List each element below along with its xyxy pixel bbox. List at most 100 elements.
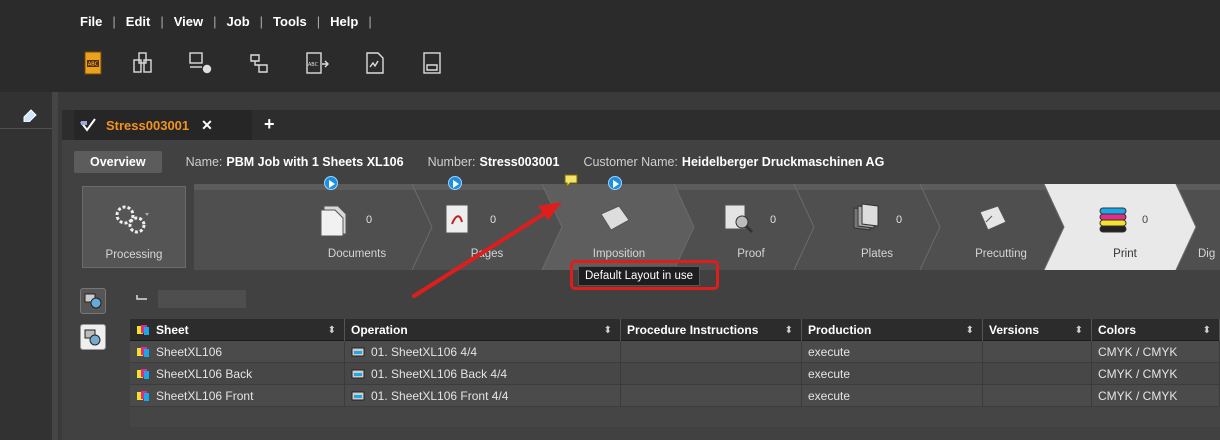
tab-close-button[interactable]: ✕ (201, 117, 213, 134)
highlight-box (570, 260, 719, 290)
sort-icon[interactable]: ⬍ (1203, 325, 1211, 336)
versions-cell (983, 341, 1092, 363)
table-row[interactable]: SheetXL106 Front 01. SheetXL106 Front 4/… (130, 385, 1220, 407)
merge-icon[interactable] (244, 50, 274, 76)
view-icons (80, 288, 106, 360)
menu-separator: | (112, 14, 116, 29)
svg-text:ABC: ABC (88, 62, 99, 68)
overview-tab[interactable]: Overview (74, 151, 162, 173)
step-print[interactable]: 0 Print (1066, 184, 1184, 270)
customer-value: Heidelberger Druckmaschinen AG (681, 155, 885, 169)
colors-cell: CMYK / CMYK (1092, 385, 1220, 407)
split-document-icon[interactable] (128, 50, 158, 76)
versions-cell (983, 363, 1092, 385)
menu-separator: | (259, 14, 264, 29)
colors-cell: CMYK / CMYK (1092, 363, 1220, 385)
step-plates[interactable]: 0 Plates (818, 184, 936, 270)
eraser-icon[interactable] (22, 108, 44, 128)
operation-cell: 01. SheetXL106 Back 4/4 (345, 363, 621, 385)
plates-count: 0 (896, 214, 903, 226)
col-versions[interactable]: Versions ⬍ (983, 319, 1092, 341)
play-icon[interactable] (448, 176, 462, 190)
print-count: 0 (1142, 214, 1149, 226)
rail-scrollbar[interactable] (52, 92, 58, 440)
operation-cell: 01. SheetXL106 Front 4/4 (345, 385, 621, 407)
left-rail (0, 92, 58, 440)
col-colors[interactable]: Colors ⬍ (1092, 319, 1220, 341)
add-tab-button[interactable]: + (264, 114, 275, 135)
col-procedure[interactable]: Procedure Instructions ⬍ (621, 319, 802, 341)
comment-icon[interactable] (564, 174, 578, 188)
col-colors-label: Colors (1098, 323, 1137, 337)
table-header: Sheet ⬍ Operation ⬍ Procedure Instructions… (130, 319, 1220, 341)
procedure-cell (621, 385, 802, 407)
sort-icon[interactable]: ⬍ (1075, 325, 1083, 336)
menu-file[interactable]: File (80, 14, 102, 29)
col-sheet[interactable]: Sheet ⬍ (130, 319, 345, 341)
signed-document-icon[interactable] (360, 50, 390, 76)
tab-title: Stress003001 (106, 117, 190, 133)
imposition-icon (600, 205, 630, 231)
press-icon (351, 391, 365, 401)
sheet-name: SheetXL106 Front (156, 389, 254, 403)
table-row[interactable]: SheetXL106 01. SheetXL106 4/4 execute CM… (130, 341, 1220, 363)
menu-tools[interactable]: Tools (273, 14, 307, 29)
menu-job[interactable]: Job (227, 14, 250, 29)
tab-job[interactable]: Stress003001 ✕ (74, 110, 252, 140)
abc-arrow-icon[interactable]: ABC (302, 50, 332, 76)
table-row[interactable]: SheetXL106 Back 01. SheetXL106 Back 4/4 … (130, 363, 1220, 385)
sheet-name: SheetXL106 Back (156, 367, 253, 381)
job-tab-icon (80, 118, 96, 132)
col-production[interactable]: Production ⬍ (802, 319, 983, 341)
col-production-label: Production (808, 323, 872, 337)
job-info-bar: Overview Name: PBM Job with 1 Sheets XL1… (74, 151, 884, 173)
step-documents[interactable]: 0 Documents (298, 176, 416, 270)
processing-button[interactable]: Processing (82, 186, 186, 268)
menu-view[interactable]: View (174, 14, 203, 29)
pages-count: 0 (490, 214, 497, 226)
sort-icon[interactable]: ⬍ (328, 325, 336, 336)
sheet-group-view-icon[interactable] (80, 324, 106, 350)
workflow-ribbon: Processing 0 Documents 0 Pages Impositio… (72, 174, 1220, 290)
sort-icon[interactable]: ⬍ (604, 325, 612, 336)
play-icon[interactable] (324, 176, 338, 190)
name-value: PBM Job with 1 Sheets XL106 (226, 155, 404, 169)
sheet-list-view-icon[interactable] (80, 288, 106, 314)
job-panel: Overview Name: PBM Job with 1 Sheets XL1… (62, 140, 1220, 440)
menu-help[interactable]: Help (330, 14, 358, 29)
name-label: Name: (185, 155, 223, 169)
plates-icon (853, 203, 879, 231)
sheet-icon (137, 369, 149, 379)
operation-name: 01. SheetXL106 Front 4/4 (371, 389, 509, 403)
step-pages[interactable]: 0 Pages (428, 176, 546, 270)
sort-icon[interactable]: ⬍ (966, 325, 974, 336)
menu-edit[interactable]: Edit (126, 14, 151, 29)
filter-input[interactable] (158, 290, 246, 308)
precutting-icon (979, 205, 1007, 231)
toolbar: ABC ABC (78, 50, 476, 76)
col-operation[interactable]: Operation ⬍ (345, 319, 621, 341)
play-icon[interactable] (608, 176, 622, 190)
proof-label: Proof (737, 248, 765, 260)
proof-icon (724, 204, 754, 234)
step-proof[interactable]: 0 Proof (692, 184, 810, 270)
person-settings-icon[interactable] (186, 50, 216, 76)
step-digital[interactable]: Dig (1192, 184, 1220, 270)
col-operation-label: Operation (351, 323, 408, 337)
proof-count: 0 (770, 214, 777, 226)
col-sheet-label: Sheet (156, 323, 189, 337)
sheet-name: SheetXL106 (156, 345, 223, 359)
step-imposition[interactable]: Imposition (558, 174, 680, 270)
colors-cell: CMYK / CMYK (1092, 341, 1220, 363)
menu-separator: | (160, 14, 164, 29)
sort-icon[interactable]: ⬍ (785, 325, 793, 336)
documents-count: 0 (366, 214, 373, 226)
rail-divider (0, 128, 52, 129)
imposition-sheet-icon[interactable] (418, 50, 448, 76)
abc-document-icon[interactable]: ABC (78, 50, 108, 76)
step-precutting[interactable]: Precutting (942, 184, 1060, 270)
operation-name: 01. SheetXL106 4/4 (371, 345, 478, 359)
menu-bar: File | Edit | View | Job | Tools | Help … (0, 0, 1220, 92)
tree-icon (136, 295, 147, 300)
sheet-cell: SheetXL106 Back (130, 363, 345, 385)
